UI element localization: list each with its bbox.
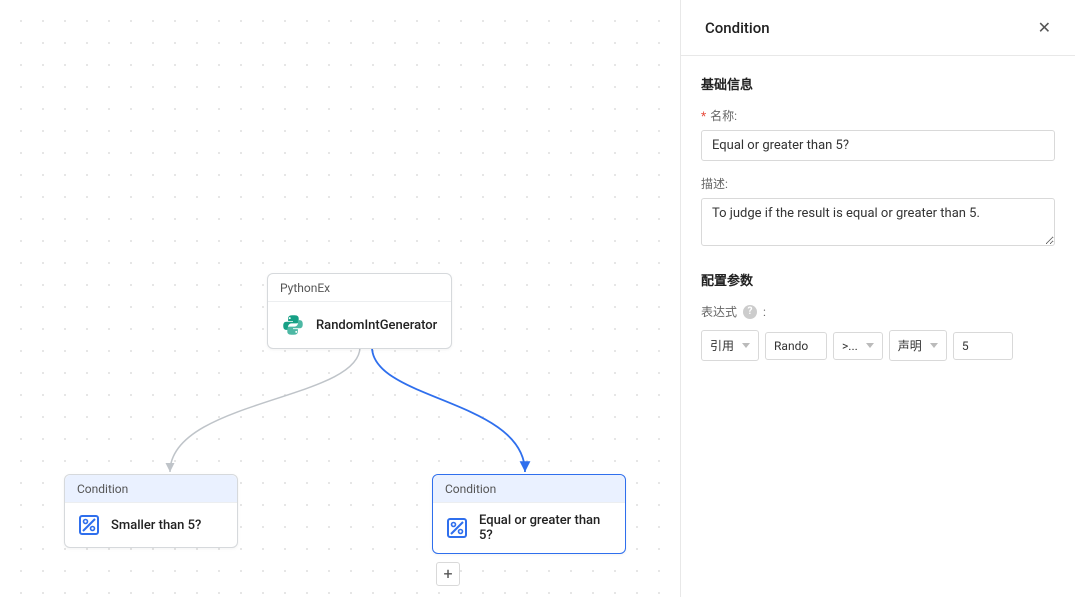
condition-icon	[445, 516, 469, 540]
cond-left-title: Smaller than 5?	[111, 518, 201, 533]
edge-to-left	[170, 347, 360, 472]
panel-body: 基础信息 *名称: 描述: 配置参数 表达式 ? : 引用 Rando >...…	[681, 56, 1075, 379]
python-node-title: RandomIntGenerator	[316, 318, 437, 333]
condition-node-left[interactable]: Condition Smaller than 5?	[64, 474, 238, 548]
basic-info-heading: 基础信息	[701, 74, 1055, 93]
python-node-type: PythonEx	[268, 274, 451, 302]
operator-select[interactable]: >...	[833, 332, 883, 360]
config-heading: 配置参数	[701, 270, 1055, 289]
left-mode-select[interactable]: 引用	[701, 330, 759, 361]
panel-header: Condition ✕	[681, 0, 1075, 56]
help-icon[interactable]: ?	[743, 305, 757, 319]
left-ref-select[interactable]: Rando	[765, 332, 827, 360]
required-mark: *	[701, 109, 706, 123]
close-icon[interactable]: ✕	[1034, 14, 1055, 41]
condition-node-right[interactable]: Condition Equal or greater than 5?	[432, 474, 626, 554]
desc-label: 描述:	[701, 175, 1055, 192]
name-label: *名称:	[701, 107, 1055, 124]
python-node[interactable]: PythonEx RandomIntGenerator	[267, 273, 452, 349]
edge-to-right	[372, 347, 525, 472]
condition-icon	[77, 513, 101, 537]
panel-title: Condition	[705, 19, 770, 37]
expression-label: 表达式	[701, 303, 737, 320]
expression-label-row: 表达式 ? :	[701, 303, 1055, 320]
name-input[interactable]	[701, 130, 1055, 161]
cond-right-title: Equal or greater than 5?	[479, 513, 613, 543]
right-mode-select[interactable]: 声明	[889, 330, 947, 361]
chevron-down-icon	[866, 343, 874, 348]
python-icon	[280, 312, 306, 338]
cond-left-type: Condition	[65, 475, 237, 503]
chevron-down-icon	[742, 343, 750, 348]
colon: :	[763, 305, 766, 319]
expression-row: 引用 Rando >... 声明 5	[701, 330, 1055, 361]
flow-canvas[interactable]: PythonEx RandomIntGenerator Condition Sm…	[0, 0, 680, 597]
description-input[interactable]	[701, 198, 1055, 246]
right-value-input[interactable]: 5	[953, 332, 1013, 360]
properties-panel: Condition ✕ 基础信息 *名称: 描述: 配置参数 表达式 ? : 引…	[680, 0, 1075, 597]
cond-right-type: Condition	[433, 475, 625, 503]
chevron-down-icon	[930, 343, 938, 348]
add-node-button[interactable]: +	[436, 562, 460, 586]
